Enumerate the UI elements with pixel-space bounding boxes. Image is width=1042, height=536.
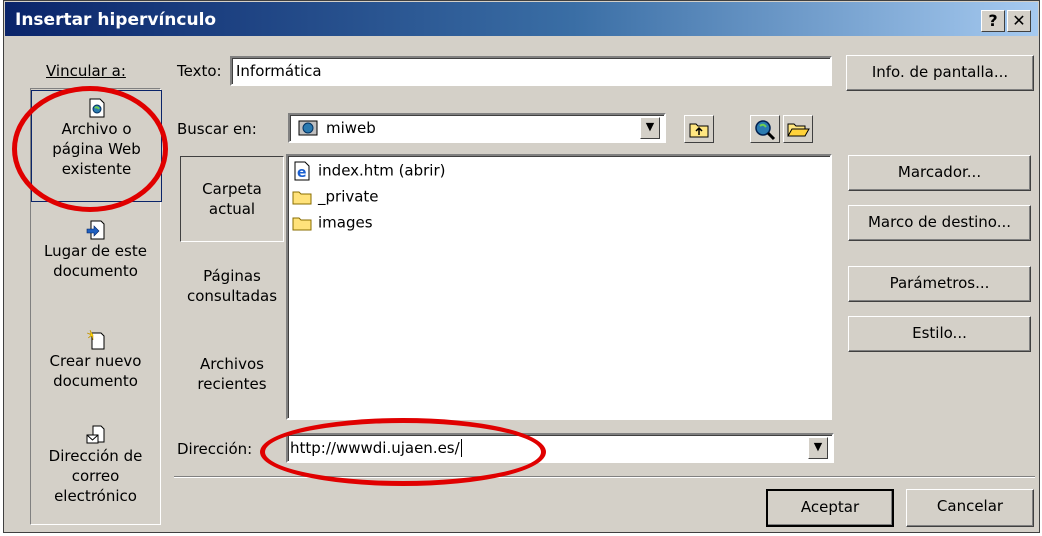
address-dropdown-arrow[interactable]: ▼ bbox=[808, 437, 828, 459]
tab-current-line1: Carpeta bbox=[202, 180, 262, 198]
parameters-button[interactable]: Parámetros... bbox=[848, 266, 1031, 302]
nav-email-line2: correo bbox=[71, 467, 120, 485]
nav-existing-line1: Archivo o bbox=[61, 120, 132, 138]
nav-new-document[interactable]: Crear nuevo documento bbox=[31, 329, 160, 399]
style-button[interactable]: Estilo... bbox=[848, 316, 1031, 352]
bookmark-button[interactable]: Marcador... bbox=[848, 155, 1031, 191]
nav-new-line1: Crear nuevo bbox=[49, 352, 142, 370]
nav-existing-file-or-web[interactable]: Archivo o página Web existente bbox=[31, 90, 162, 202]
folder-up-icon bbox=[689, 123, 709, 138]
web-folder-icon bbox=[298, 120, 318, 136]
file-name: _private bbox=[318, 187, 379, 206]
text-to-display-input[interactable]: Informática bbox=[230, 56, 832, 86]
text-input-value: Informática bbox=[236, 62, 322, 80]
nav-existing-line2: página Web bbox=[52, 140, 141, 158]
text-label: Texto: bbox=[177, 62, 222, 80]
tab-current-line2: actual bbox=[208, 200, 256, 218]
folder-icon bbox=[292, 217, 312, 231]
tab-recent-line1: Archivos bbox=[200, 355, 264, 373]
look-in-value: miweb bbox=[326, 119, 376, 137]
screentip-button[interactable]: Info. de pantalla... bbox=[846, 55, 1034, 91]
web-search-icon bbox=[755, 120, 776, 141]
address-combo[interactable]: http://wwwdi.ujaen.es/ ▼ bbox=[286, 433, 834, 463]
tab-browsed-pages[interactable]: Páginas consultadas bbox=[180, 266, 284, 316]
tab-browsed-line1: Páginas bbox=[203, 267, 261, 285]
nav-existing-line3: existente bbox=[61, 160, 132, 178]
file-list[interactable]: e index.htm (abrir) _private images bbox=[286, 154, 832, 420]
document-place-icon bbox=[86, 220, 104, 240]
ok-button[interactable]: Aceptar bbox=[766, 489, 894, 527]
list-item[interactable]: _private bbox=[292, 187, 379, 209]
folder-icon bbox=[292, 191, 312, 205]
address-label: Dirección: bbox=[177, 440, 253, 458]
link-type-panel: Archivo o página Web existente Lugar de … bbox=[30, 88, 162, 525]
list-item[interactable]: images bbox=[292, 213, 373, 235]
svg-text:e: e bbox=[297, 165, 307, 181]
target-frame-button[interactable]: Marco de destino... bbox=[848, 205, 1031, 241]
help-button[interactable]: ? bbox=[981, 10, 1005, 32]
title-bar[interactable]: Insertar hipervínculo ? ✕ bbox=[5, 2, 1038, 36]
nav-place-line1: Lugar de este bbox=[44, 242, 147, 260]
window-title: Insertar hipervínculo bbox=[15, 10, 217, 30]
nav-new-line2: documento bbox=[53, 372, 138, 390]
view-tabs: Carpeta actual Páginas consultadas Archi… bbox=[178, 154, 286, 423]
nav-email-address[interactable]: Dirección de correo electrónico bbox=[31, 424, 160, 524]
nav-place-line2: documento bbox=[53, 262, 138, 280]
cancel-button[interactable]: Cancelar bbox=[906, 489, 1034, 527]
file-web-icon bbox=[89, 98, 104, 118]
tab-recent-files[interactable]: Archivos recientes bbox=[180, 354, 284, 404]
list-item[interactable]: e index.htm (abrir) bbox=[292, 161, 446, 183]
look-in-combo[interactable]: miweb ▼ bbox=[288, 113, 666, 143]
look-in-dropdown-arrow[interactable]: ▼ bbox=[640, 117, 660, 139]
tab-current-folder[interactable]: Carpeta actual bbox=[180, 156, 284, 242]
nav-email-line3: electrónico bbox=[54, 487, 137, 505]
look-in-label: Buscar en: bbox=[177, 120, 257, 138]
browse-web-button[interactable] bbox=[750, 115, 780, 143]
browse-file-button[interactable] bbox=[783, 115, 813, 143]
file-name: images bbox=[318, 213, 373, 232]
footer-separator bbox=[174, 476, 1035, 478]
nav-place-in-document[interactable]: Lugar de este documento bbox=[31, 219, 160, 289]
address-input-value[interactable]: http://wwwdi.ujaen.es/ bbox=[290, 439, 462, 457]
up-one-folder-button[interactable] bbox=[684, 115, 714, 143]
file-name: index.htm (abrir) bbox=[318, 161, 446, 180]
email-icon bbox=[86, 425, 104, 444]
new-document-icon bbox=[86, 329, 104, 350]
tab-browsed-line2: consultadas bbox=[186, 287, 278, 305]
nav-email-line1: Dirección de bbox=[48, 447, 143, 465]
open-folder-icon bbox=[787, 123, 810, 137]
ie-document-icon: e bbox=[294, 161, 310, 181]
link-to-heading: Vincular a: bbox=[46, 62, 126, 80]
tab-recent-line2: recientes bbox=[197, 375, 267, 393]
close-button[interactable]: ✕ bbox=[1007, 10, 1031, 32]
